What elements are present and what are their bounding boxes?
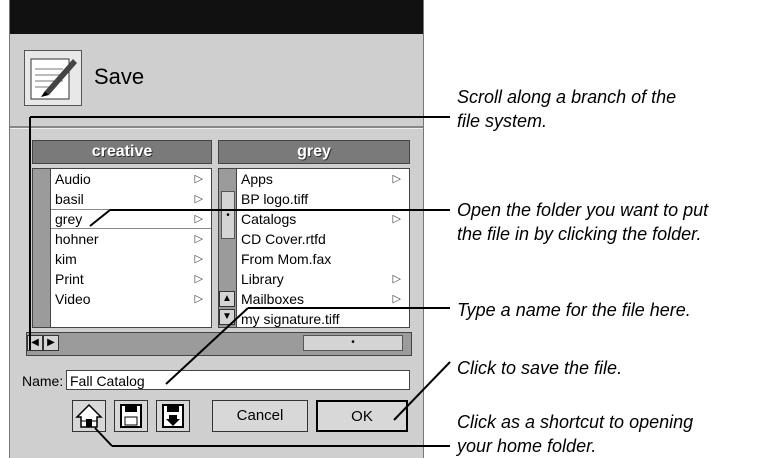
callout-type-name: Type a name for the file here. [457,300,691,320]
callout-open-folder: Open the folder you want to put the file… [457,200,709,244]
callout-home: Click as a shortcut to opening your home… [457,412,694,456]
callout-scroll: Scroll along a branch of the file system… [457,87,677,131]
callout-save: Click to save the file. [457,358,623,378]
